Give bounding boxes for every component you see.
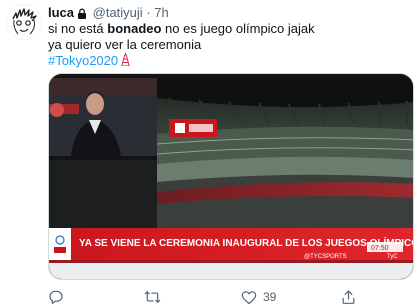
avatar[interactable] — [6, 4, 42, 40]
retweet-button[interactable] — [144, 288, 161, 306]
author-handle[interactable]: @tatiyuji — [93, 5, 143, 20]
text-segment: si no está — [48, 21, 108, 36]
text-bold-segment: bonadeo — [107, 21, 162, 36]
tweet-time[interactable]: 7h — [154, 5, 168, 20]
tv-handle-text: @TYCSPORTS — [304, 254, 347, 260]
tv-banner-text: YA SE VIENE LA CEREMONIA INAUGURAL DE LO… — [79, 236, 414, 249]
tweet-line-1: si no está bonadeo no es juego olímpico … — [48, 21, 408, 37]
tweet-actions: 39 — [48, 288, 414, 306]
tv-channel-text: TyC — [387, 254, 398, 260]
author-name[interactable]: luca — [48, 5, 74, 20]
like-count: 39 — [263, 290, 277, 304]
tweet-line-2: ya quiero ver la ceremonia — [48, 37, 202, 52]
tv-clock-text: 07:50 — [371, 245, 389, 252]
tweet-line-3: #Tokyo2020 — [48, 53, 408, 70]
reply-button[interactable] — [48, 288, 64, 306]
heart-icon — [241, 290, 257, 304]
text-segment: no es juego olímpico jajak — [161, 21, 315, 36]
tv-screen-photo: YA SE VIENE LA CEREMONIA INAUGURAL DE LO… — [49, 74, 414, 279]
retweet-icon — [144, 291, 161, 303]
tokyo-tower-icon — [121, 53, 130, 70]
tweet-media-photo[interactable]: YA SE VIENE LA CEREMONIA INAUGURAL DE LO… — [48, 73, 414, 280]
reply-icon — [49, 290, 63, 304]
hashtag-link[interactable]: #Tokyo2020 — [48, 53, 118, 68]
share-icon — [342, 290, 355, 304]
separator-dot: · — [146, 5, 151, 20]
like-button[interactable]: 39 — [241, 288, 276, 306]
tweet-text: si no está bonadeo no es juego olímpico … — [48, 21, 408, 70]
doodle-avatar-icon — [6, 4, 42, 40]
share-button[interactable] — [341, 288, 356, 306]
